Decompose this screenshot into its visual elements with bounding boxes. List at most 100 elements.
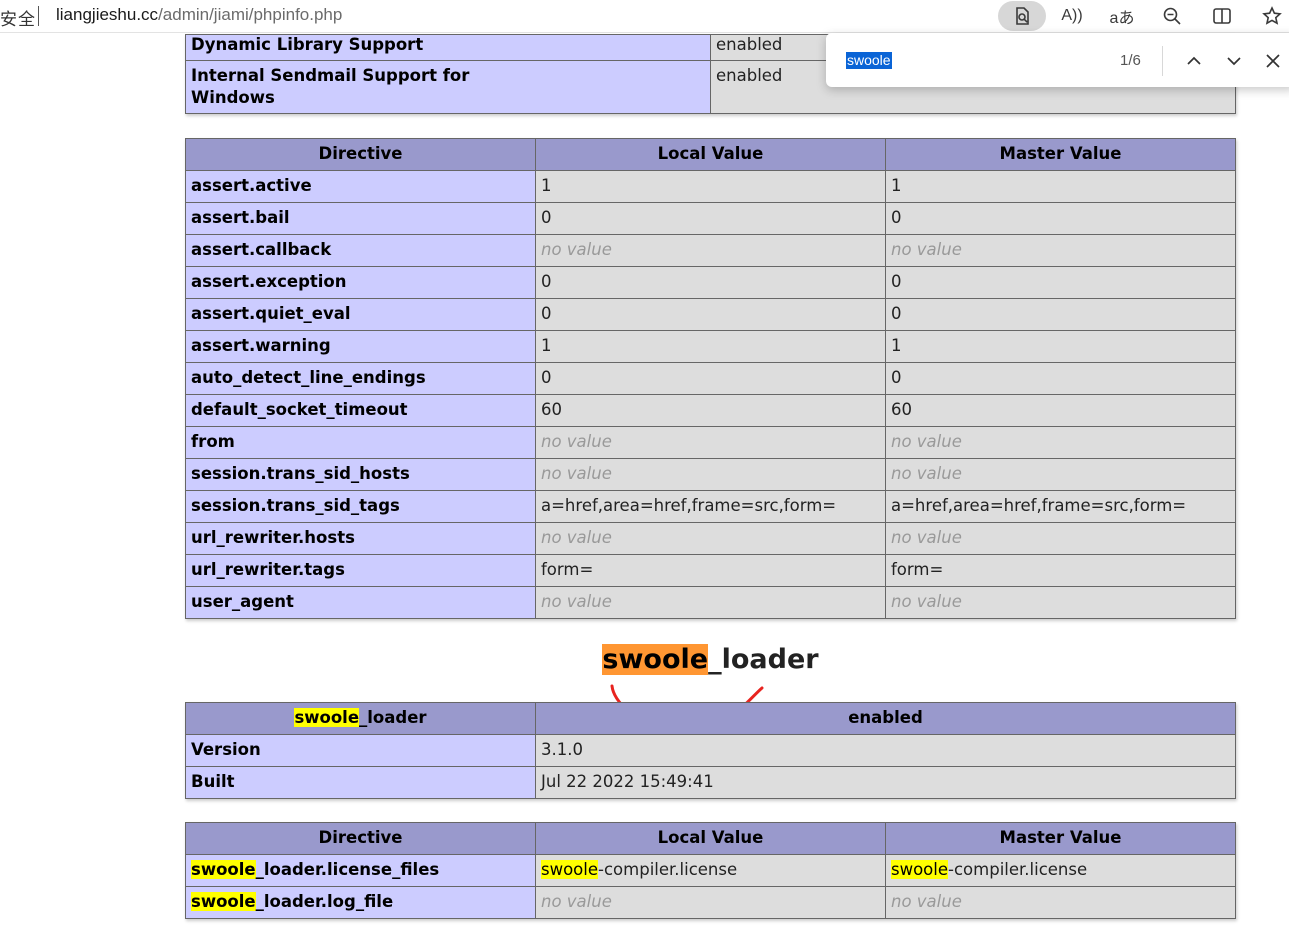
find-next-button[interactable] (1221, 48, 1247, 74)
table-key: url_rewriter.tags (185, 554, 536, 587)
table-row: assert.quiet_eval 0 0 (185, 298, 1236, 331)
table-row: assert.callback no value no value (185, 234, 1236, 267)
table-value: no value (535, 586, 886, 619)
table-value: no value (535, 458, 886, 491)
table-key: from (185, 426, 536, 459)
table-row: assert.warning 1 1 (185, 330, 1236, 363)
table-row: url_rewriter.hosts no value no value (185, 522, 1236, 555)
find-match: swoole (294, 708, 360, 727)
table-header-row: Directive Local Value Master Value (185, 822, 1236, 855)
table-row: Version 3.1.0 (185, 734, 1236, 767)
read-aloud-button[interactable]: A)) (1048, 1, 1096, 31)
assert-directive-table: Directive Local Value Master Value asser… (185, 138, 1236, 619)
table-row: url_rewriter.tags form= form= (185, 554, 1236, 587)
table-key: assert.quiet_eval (185, 298, 536, 331)
column-header: Directive (185, 822, 536, 855)
table-key: Internal Sendmail Support for Windows (185, 60, 711, 114)
table-row: swoole_loader.log_file no value no value (185, 886, 1236, 919)
split-screen-button[interactable] (1198, 1, 1246, 31)
table-key: assert.callback (185, 234, 536, 267)
url-path: /admin/jiami/phpinfo.php (158, 5, 343, 24)
column-header: swoole_loader (185, 702, 536, 735)
translate-button[interactable]: aあ (1098, 1, 1146, 31)
table-key: swoole_loader.log_file (185, 886, 536, 919)
column-header: Local Value (535, 138, 886, 171)
table-key: auto_detect_line_endings (185, 362, 536, 395)
table-value: 1 (885, 170, 1236, 203)
table-row: auto_detect_line_endings 0 0 (185, 362, 1236, 395)
table-row: session.trans_sid_hosts no value no value (185, 458, 1236, 491)
table-key: assert.active (185, 170, 536, 203)
table-value: a=href,area=href,frame=src,form= (885, 490, 1236, 523)
table-row: default_socket_timeout 60 60 (185, 394, 1236, 427)
find-match: swoole (891, 860, 949, 879)
table-value: no value (535, 886, 886, 919)
table-value: no value (885, 234, 1236, 267)
find-match: swoole (191, 892, 256, 911)
table-key: user_agent (185, 586, 536, 619)
url-field[interactable]: liangjieshu.cc/admin/jiami/phpinfo.php (56, 5, 342, 25)
table-value: no value (885, 522, 1236, 555)
table-key: assert.exception (185, 266, 536, 299)
table-value: 1 (885, 330, 1236, 363)
star-icon (1262, 6, 1282, 25)
address-separator (38, 6, 39, 26)
table-row: user_agent no value no value (185, 586, 1236, 619)
swoole-loader-info-table: swoole_loader enabled Version 3.1.0 Buil… (185, 702, 1236, 799)
find-previous-button[interactable] (1181, 48, 1207, 74)
table-value: no value (885, 586, 1236, 619)
table-value: 60 (885, 394, 1236, 427)
url-host: liangjieshu.cc (56, 5, 159, 24)
table-value: 1 (535, 330, 886, 363)
column-header: Local Value (535, 822, 886, 855)
chevron-up-icon (1187, 56, 1201, 65)
table-key: url_rewriter.hosts (185, 522, 536, 555)
table-key: Dynamic Library Support (185, 34, 711, 61)
table-value: 0 (535, 202, 886, 235)
find-close-button[interactable] (1260, 48, 1286, 74)
table-value: 0 (885, 266, 1236, 299)
column-header: Master Value (885, 138, 1236, 171)
table-value: Jul 22 2022 15:49:41 (535, 766, 1236, 799)
table-value: no value (535, 522, 886, 555)
split-screen-icon (1213, 8, 1231, 24)
translate-icon: aあ (1109, 10, 1135, 27)
column-header: Master Value (885, 822, 1236, 855)
table-key: session.trans_sid_hosts (185, 458, 536, 491)
table-value: 60 (535, 394, 886, 427)
table-value: 0 (535, 298, 886, 331)
zoom-out-icon (1163, 7, 1181, 25)
table-value: no value (885, 426, 1236, 459)
table-row: assert.active 1 1 (185, 170, 1236, 203)
swoole-loader-directive-table: Directive Local Value Master Value swool… (185, 822, 1236, 919)
security-indicator[interactable]: 安全 (0, 5, 36, 30)
table-row: assert.exception 0 0 (185, 266, 1236, 299)
find-on-page-button[interactable] (998, 1, 1046, 31)
column-header: Directive (185, 138, 536, 171)
find-match: swoole (541, 860, 599, 879)
table-row: assert.bail 0 0 (185, 202, 1236, 235)
address-bar: 安全 liangjieshu.cc/admin/jiami/phpinfo.ph… (0, 0, 1289, 33)
zoom-out-button[interactable] (1148, 1, 1196, 31)
find-divider (1162, 46, 1163, 76)
table-value: 1 (535, 170, 886, 203)
chevron-down-icon (1227, 57, 1241, 66)
favorite-button[interactable] (1248, 1, 1289, 31)
table-value: no value (535, 426, 886, 459)
table-key: swoole_loader.license_files (185, 854, 536, 887)
table-value: 0 (535, 362, 886, 395)
table-key: Built (185, 766, 536, 799)
close-icon (1266, 54, 1280, 68)
table-value: 0 (885, 298, 1236, 331)
module-heading: swoole_loader (602, 644, 819, 675)
find-input[interactable]: swoole (846, 52, 892, 69)
table-value: no value (885, 458, 1236, 491)
table-key: session.trans_sid_tags (185, 490, 536, 523)
table-value: swoole-compiler.license (885, 854, 1236, 887)
assert-table-body: assert.active 1 1 assert.bail 0 0 assert.callb… (185, 170, 1236, 619)
table-key: assert.warning (185, 330, 536, 363)
table-value: 0 (885, 202, 1236, 235)
table-value: no value (885, 886, 1236, 919)
table-key: assert.bail (185, 202, 536, 235)
table-value: no value (535, 234, 886, 267)
